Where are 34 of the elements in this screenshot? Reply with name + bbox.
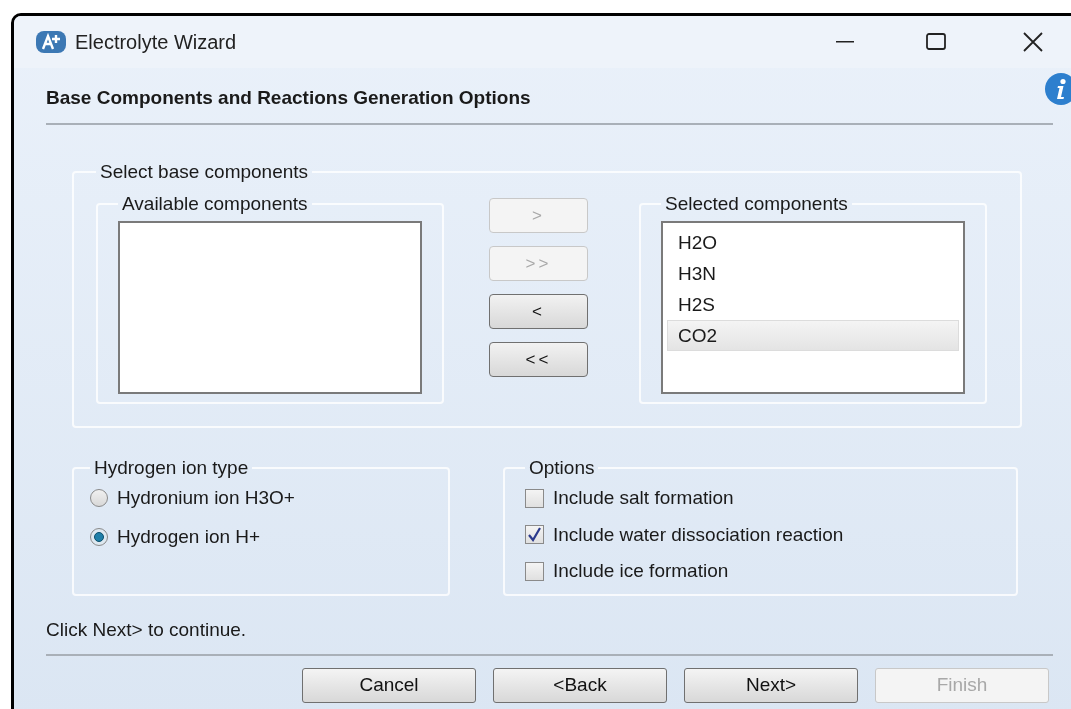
radio-button[interactable] xyxy=(90,527,108,546)
dialog-button[interactable]: Next> xyxy=(684,668,858,703)
list-item[interactable]: H2S xyxy=(667,288,959,320)
dialog-button[interactable]: <Back xyxy=(493,668,667,703)
group-label: Available components xyxy=(121,192,309,216)
group-label: Options xyxy=(528,455,596,480)
app-logo-icon xyxy=(36,30,66,54)
maximize-icon[interactable] xyxy=(926,33,946,51)
radio-label: Hydrogen ion H+ xyxy=(117,524,261,549)
checkbox-label: Include ice formation xyxy=(553,559,729,583)
checkbox[interactable] xyxy=(525,561,544,581)
info-icon[interactable] xyxy=(1044,72,1071,106)
list-item[interactable]: CO2 xyxy=(667,319,959,351)
checkbox[interactable] xyxy=(525,525,544,545)
selected-list[interactable]: H2O H3N H2S CO2 xyxy=(661,220,965,394)
group-label: Selected components xyxy=(664,192,849,216)
minimize-icon[interactable] xyxy=(836,41,854,43)
list-item[interactable]: H3N xyxy=(667,257,959,289)
transfer-button[interactable]: < xyxy=(489,294,588,329)
dialog-button[interactable]: Cancel xyxy=(302,668,476,703)
group-label: Select base components xyxy=(99,159,310,184)
status-text: Click Next> to continue. xyxy=(46,617,248,642)
transfer-button[interactable]: << xyxy=(489,342,588,377)
window-title: Electrolyte Wizard xyxy=(75,30,237,55)
group-label: Hydrogen ion type xyxy=(93,455,250,480)
close-icon[interactable] xyxy=(1022,31,1044,53)
radio-label: Hydronium ion H3O+ xyxy=(117,486,295,510)
checkbox[interactable] xyxy=(525,488,544,508)
radio-button[interactable] xyxy=(90,489,108,508)
available-list[interactable] xyxy=(118,220,422,394)
list-item[interactable]: H2O xyxy=(667,226,959,258)
page-heading: Base Components and Reactions Generation Options xyxy=(46,86,531,110)
checkbox-label: Include salt formation xyxy=(553,486,734,510)
checkbox-label: Include water dissociation reaction xyxy=(553,522,844,547)
